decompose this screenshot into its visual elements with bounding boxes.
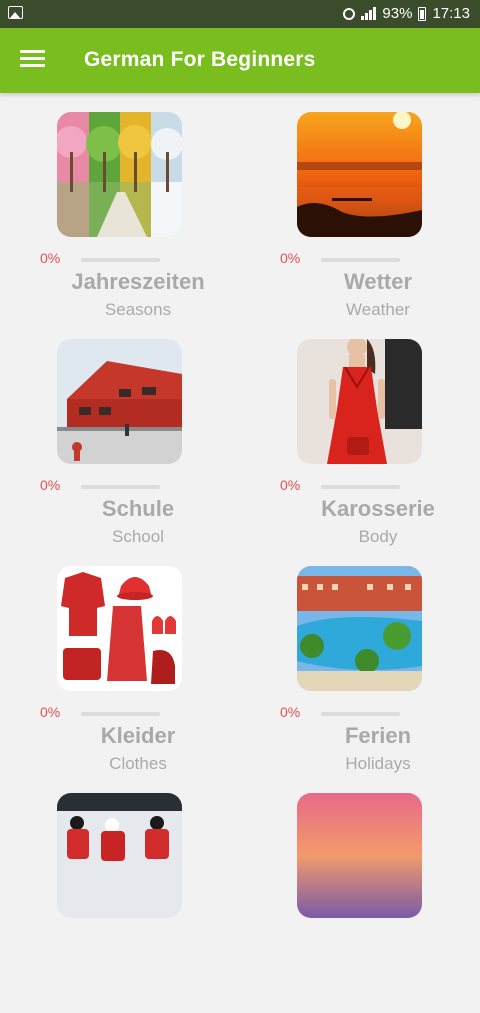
gallery-notification-icon xyxy=(8,6,23,19)
progress-percent: 0% xyxy=(280,477,301,493)
progress-percent: 0% xyxy=(280,704,301,720)
status-icons: 93% 17:13 xyxy=(343,5,470,22)
topic-progress-clothes: 0% xyxy=(38,701,238,721)
progress-bar xyxy=(81,485,160,489)
topic-progress-weather: 0% xyxy=(278,247,478,267)
progress-bar xyxy=(321,712,400,716)
topic-progress-seasons: 0% xyxy=(38,247,238,267)
topic-title: Kleider xyxy=(100,723,176,748)
topic-card-partial-right[interactable] xyxy=(278,793,478,1013)
topic-title: Jahreszeiten xyxy=(71,269,205,294)
progress-bar xyxy=(321,258,400,262)
topic-title: Wetter xyxy=(343,269,413,294)
app-bar: German For Beginners xyxy=(0,28,480,93)
topic-subtitle: Weather xyxy=(346,300,410,319)
topic-progress-body: 0% xyxy=(278,474,478,494)
topic-image-sky xyxy=(297,793,422,918)
progress-bar xyxy=(321,485,400,489)
progress-percent: 0% xyxy=(40,704,61,720)
topic-card-clothes[interactable]: 0% Kleider Clothes xyxy=(38,566,238,786)
topic-image-clothes xyxy=(57,566,182,691)
battery-percent: 93% xyxy=(382,5,413,22)
app-title: German For Beginners xyxy=(84,48,316,71)
topic-card-weather[interactable]: 0% Wetter Weather xyxy=(278,112,478,332)
topic-title: Ferien xyxy=(344,723,412,748)
topic-image-school xyxy=(57,339,182,464)
topic-subtitle: Holidays xyxy=(345,754,411,773)
progress-percent: 0% xyxy=(40,250,61,266)
topic-card-seasons[interactable]: 0% Jahreszeiten Seasons xyxy=(38,112,238,332)
menu-icon[interactable] xyxy=(20,50,45,70)
topic-progress-holidays: 0% xyxy=(278,701,478,721)
topic-subtitle: Seasons xyxy=(104,300,172,319)
topic-image-seasons xyxy=(57,112,182,237)
topic-card-holidays[interactable]: 0% Ferien Holidays xyxy=(278,566,478,786)
signal-icon xyxy=(361,7,377,20)
topic-card-school[interactable]: 0% Schule School xyxy=(38,339,238,559)
progress-bar xyxy=(81,712,160,716)
topic-subtitle: Clothes xyxy=(109,754,167,773)
topic-progress-school: 0% xyxy=(38,474,238,494)
status-bar: 93% 17:13 xyxy=(0,0,480,28)
clock: 17:13 xyxy=(432,5,470,22)
topic-card-body[interactable]: 0% Karosserie Body xyxy=(278,339,478,559)
topic-card-partial-left[interactable] xyxy=(38,793,238,1013)
progress-percent: 0% xyxy=(280,250,301,266)
progress-bar xyxy=(81,258,160,262)
topic-subtitle: School xyxy=(112,527,164,546)
topic-subtitle: Body xyxy=(358,527,398,546)
topic-title: Karosserie xyxy=(321,496,435,521)
topic-title: Schule xyxy=(101,496,175,521)
alarm-icon xyxy=(343,7,356,20)
topic-image-holidays xyxy=(297,566,422,691)
topic-image-hockey xyxy=(57,793,182,918)
topic-image-weather xyxy=(297,112,422,237)
topic-image-body xyxy=(297,339,422,464)
progress-percent: 0% xyxy=(40,477,61,493)
battery-icon xyxy=(418,6,427,21)
